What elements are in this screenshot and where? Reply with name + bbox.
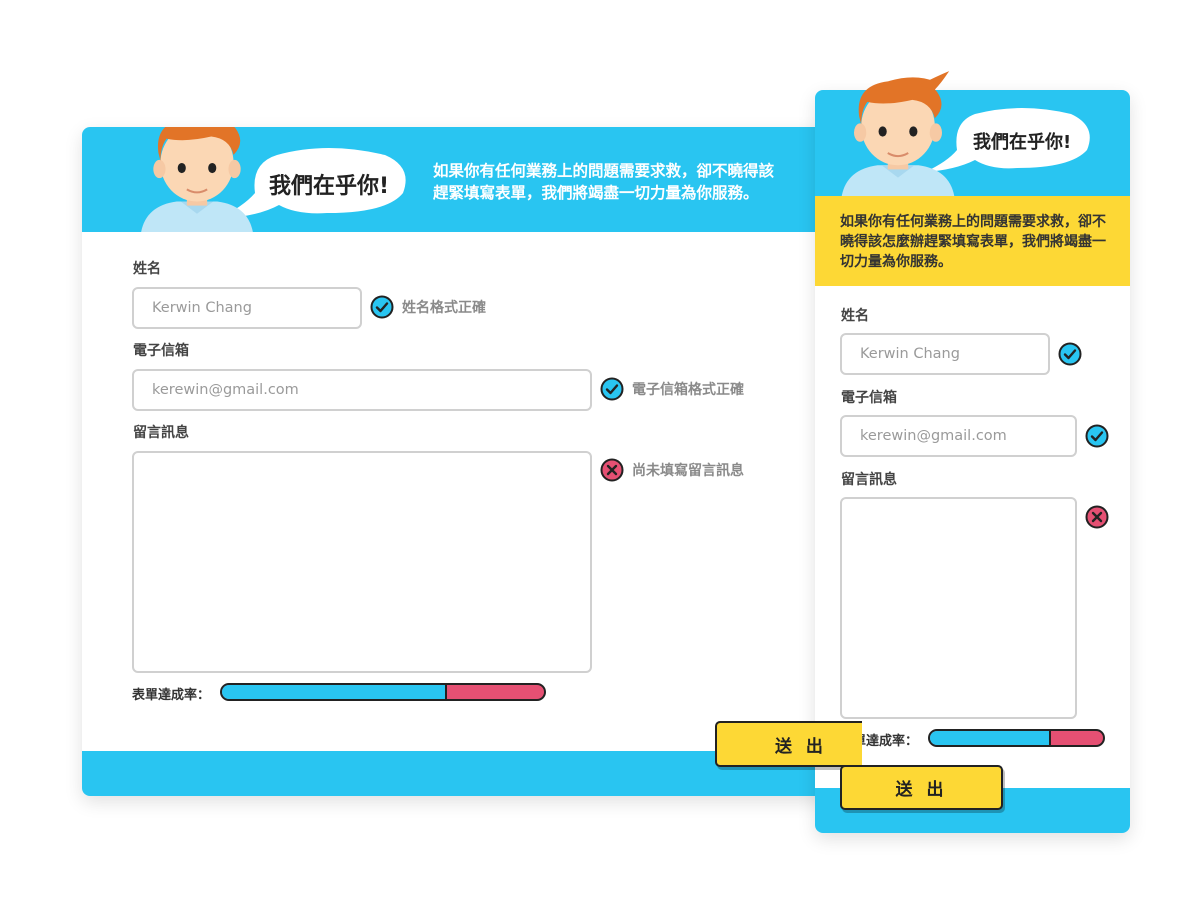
name-field[interactable]: Kerwin Chang [840, 333, 1050, 375]
email-status-text: 電子信箱格式正確 [632, 382, 744, 398]
name-label: 姓名 [841, 308, 869, 324]
submit-button[interactable]: 送 出 [840, 765, 1003, 810]
intro-banner: 如果你有任何業務上的問題需要求救，卻不曉得該怎麼辦趕緊填寫表單，我們將竭盡一切力… [815, 196, 1130, 286]
message-status [1085, 505, 1109, 529]
progress-fill [222, 685, 448, 699]
check-circle-icon [1085, 424, 1109, 448]
name-status: 姓名格式正確 [370, 295, 486, 319]
desktop-form-card: 我們在乎你! 如果你有任何業務上的問題需要求救，卻不曉得該 趕緊填寫表單，我們將… [82, 127, 862, 796]
email-field[interactable]: kerewin@gmail.com [840, 415, 1077, 457]
message-label: 留言訊息 [841, 472, 897, 488]
name-status-text: 姓名格式正確 [402, 300, 486, 316]
message-status-text: 尚未填寫留言訊息 [632, 463, 744, 479]
bubble-text: 我們在乎你! [973, 132, 1072, 153]
avatar [140, 127, 254, 232]
check-circle-icon [600, 377, 624, 401]
x-circle-icon [600, 458, 624, 482]
intro-text: 如果你有任何業務上的問題需要求救，卻不曉得該 趕緊填寫表單，我們將竭盡一切力量為… [433, 160, 853, 204]
name-label: 姓名 [133, 261, 161, 277]
mobile-header: 我們在乎你! [815, 70, 1130, 196]
desktop-header: 我們在乎你! 如果你有任何業務上的問題需要求救，卻不曉得該 趕緊填寫表單，我們將… [82, 127, 862, 232]
progress-bar [928, 729, 1105, 747]
email-field[interactable]: kerewin@gmail.com [132, 369, 592, 411]
mobile-form-card: 我們在乎你! 如果你有任何業務上的問題需要求救，卻不曉得該怎麼辦趕緊填寫表單，我… [815, 70, 1130, 833]
message-field[interactable] [132, 451, 592, 673]
intro-line: 如果你有任何業務上的問題需要求救，卻不曉得該 [433, 162, 775, 180]
avatar [840, 70, 956, 196]
intro-line: 趕緊填寫表單，我們將竭盡一切力量為你服務。 [433, 184, 759, 202]
email-status: 電子信箱格式正確 [600, 377, 744, 401]
progress-bar [220, 683, 546, 701]
check-circle-icon [370, 295, 394, 319]
email-label: 電子信箱 [133, 343, 189, 359]
name-status [1058, 342, 1082, 366]
message-label: 留言訊息 [133, 425, 189, 441]
progress-label: 表單達成率： [132, 688, 211, 703]
progress-fill [930, 731, 1052, 745]
bubble-text: 我們在乎你! [269, 174, 390, 199]
check-circle-icon [1058, 342, 1082, 366]
name-field[interactable]: Kerwin Chang [132, 287, 362, 329]
email-label: 電子信箱 [841, 390, 897, 406]
message-status: 尚未填寫留言訊息 [600, 458, 744, 482]
x-circle-icon [1085, 505, 1109, 529]
email-status [1085, 424, 1109, 448]
submit-button[interactable]: 送 出 [715, 721, 862, 767]
message-field[interactable] [840, 497, 1077, 719]
